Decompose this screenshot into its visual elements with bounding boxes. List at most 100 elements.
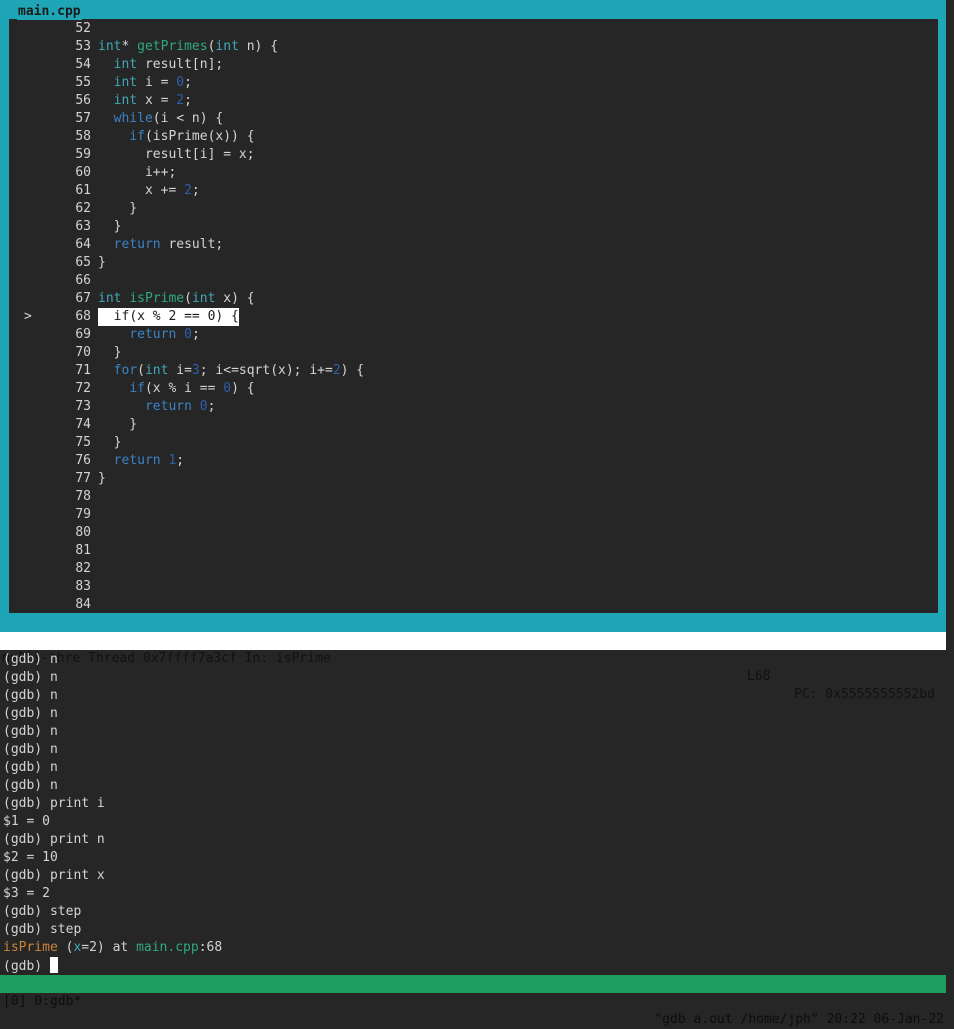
line-number: 78	[75, 489, 91, 504]
line-number: 76	[75, 453, 91, 468]
source-line[interactable]: 74 }	[9, 416, 938, 434]
source-line[interactable]: 80	[9, 524, 938, 542]
source-line[interactable]: 78	[9, 488, 938, 506]
execution-marker: >	[24, 309, 32, 324]
code-token: (x % 2 == 0) {	[129, 309, 239, 324]
tmux-session-info: "gdb a.out /home/jph" 20:22 06-Jan-22	[654, 1012, 944, 1027]
line-number: 80	[75, 525, 91, 540]
gdb-prompt-input[interactable]: (gdb)	[3, 957, 58, 975]
source-line[interactable]: 77}	[9, 470, 938, 488]
source-line[interactable]: 67 int isPrime(int x) {	[9, 290, 938, 308]
console-token: (gdb) print i	[3, 796, 105, 811]
line-number: 52	[75, 21, 91, 36]
code-token: int	[113, 57, 138, 72]
code-token: int	[98, 291, 122, 306]
line-number: 65	[75, 255, 91, 270]
source-line[interactable]: 76 return 1;	[9, 452, 938, 470]
line-number: 75	[75, 435, 91, 450]
line-code: int isPrime(int x) {	[98, 290, 255, 308]
source-line[interactable]: 61 x += 2;	[9, 182, 938, 200]
code-token: ;	[207, 399, 216, 414]
console-token: (gdb) n	[3, 706, 58, 721]
line-code: while(i < n) {	[98, 110, 224, 128]
source-line[interactable]: 83	[9, 578, 938, 596]
code-token: for	[113, 363, 138, 378]
tmux-window-tab[interactable]: [0] 0:gdb*	[3, 993, 81, 1011]
source-line[interactable]: 84	[9, 596, 938, 613]
console-line: (gdb) n	[3, 651, 58, 669]
code-token: (	[184, 291, 192, 306]
code-token: }	[98, 201, 138, 216]
console-line: (gdb) n	[3, 777, 58, 795]
line-code: result[i] = x;	[98, 146, 255, 164]
source-line[interactable]: 71 for(int i=3; i<=sqrt(x); i+=2) {	[9, 362, 938, 380]
prompt-text: (gdb)	[3, 959, 50, 974]
source-line[interactable]: 69 return 0;	[9, 326, 938, 344]
code-token: int	[113, 75, 138, 90]
code-token: int	[215, 39, 239, 54]
line-number: 74	[75, 417, 91, 432]
source-line[interactable]: 55 int i = 0;	[9, 74, 938, 92]
source-line[interactable]: 72 if(x % i == 0) {	[9, 380, 938, 398]
line-code: return 0;	[98, 326, 199, 344]
source-line[interactable]: 56 int x = 2;	[9, 92, 938, 110]
source-line[interactable]: 63 }	[9, 218, 938, 236]
line-number: 64	[75, 237, 91, 252]
source-line[interactable]: >68 if(x % 2 == 0) {	[9, 308, 938, 326]
console-line: (gdb) print i	[3, 795, 105, 813]
source-line[interactable]: 58 if(isPrime(x)) {	[9, 128, 938, 146]
code-token: *	[121, 39, 138, 54]
console-line: (gdb) step	[3, 921, 81, 939]
console-line: (gdb) n	[3, 723, 58, 741]
source-line[interactable]: 81	[9, 542, 938, 560]
code-token: x =	[137, 93, 177, 108]
gdb-console[interactable]: (gdb) n (gdb) n (gdb) n (gdb) n (gdb) n (gdb)…	[0, 650, 954, 974]
console-token: main.cpp	[136, 940, 199, 955]
tmux-status-bar: [0] 0:gdb* "gdb a.out /home/jph" 20:22 0…	[0, 975, 946, 1027]
console-token: (gdb) n	[3, 742, 58, 757]
source-line[interactable]: 75 }	[9, 434, 938, 452]
source-line[interactable]: 79	[9, 506, 938, 524]
console-token: (gdb) n	[3, 670, 58, 685]
code-token: 0	[223, 381, 232, 396]
line-code: return result;	[98, 236, 224, 254]
line-code: }	[98, 344, 122, 362]
code-token: 3	[191, 363, 200, 378]
source-line[interactable]: 70 }	[9, 344, 938, 362]
source-line[interactable]: 53 int* getPrimes(int n) {	[9, 38, 938, 56]
source-line[interactable]: 62 }	[9, 200, 938, 218]
line-number: 79	[75, 507, 91, 522]
source-line[interactable]: 57 while(i < n) {	[9, 110, 938, 128]
line-code: x += 2;	[98, 182, 200, 200]
line-code: }	[98, 470, 106, 488]
console-token: (gdb) n	[3, 778, 58, 793]
console-line: (gdb) step	[3, 903, 81, 921]
source-line[interactable]: 60 i++;	[9, 164, 938, 182]
code-token: ;	[184, 75, 192, 90]
source-line[interactable]: 59 result[i] = x;	[9, 146, 938, 164]
line-code: }	[98, 416, 137, 434]
line-number: 62	[75, 201, 91, 216]
source-line[interactable]: 52	[9, 20, 938, 38]
line-number: 84	[75, 597, 91, 612]
console-line: (gdb) n	[3, 759, 58, 777]
source-line[interactable]: 66	[9, 272, 938, 290]
console-line: (gdb) print n	[3, 831, 105, 849]
source-line[interactable]: 64 return result;	[9, 236, 938, 254]
source-line[interactable]: 65}	[9, 254, 938, 272]
current-line-code: if(x % 2 == 0) {	[98, 308, 239, 326]
code-token: i=	[168, 363, 192, 378]
console-line: $2 = 10	[3, 849, 58, 867]
source-line[interactable]: 54 int result[n];	[9, 56, 938, 74]
source-line[interactable]: 82	[9, 560, 938, 578]
line-number: 72	[75, 381, 91, 396]
source-line[interactable]: 73 return 0;	[9, 398, 938, 416]
code-token: ) {	[340, 363, 365, 378]
source-code-area[interactable]: 52 53 int* getPrimes(int n) {54 int result…	[9, 19, 938, 613]
line-number: 63	[75, 219, 91, 234]
line-code: for(int i=3; i<=sqrt(x); i+=2) {	[98, 362, 364, 380]
